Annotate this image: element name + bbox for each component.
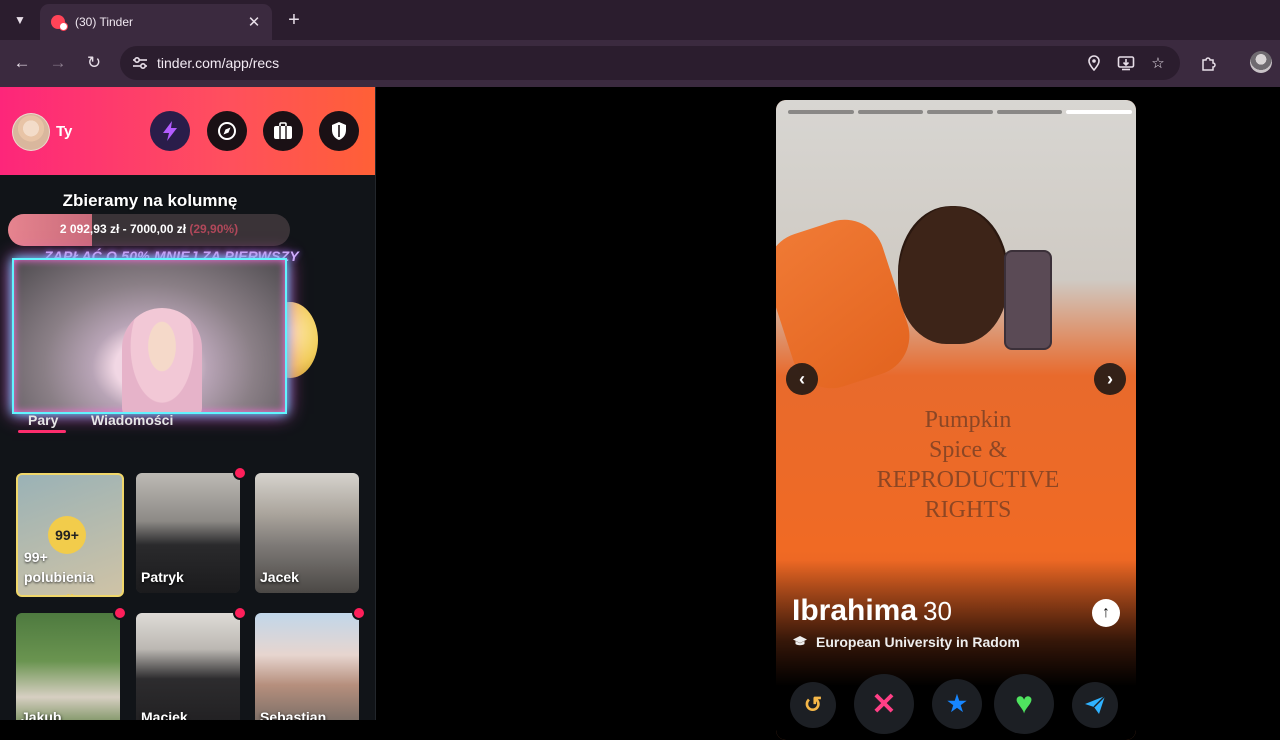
url-text: tinder.com/app/recs [157,55,280,71]
photo-phone-shape [1004,250,1052,350]
boost-send-icon[interactable] [1072,682,1118,728]
rewind-icon[interactable]: ↺ [790,682,836,728]
match-card[interactable]: Patryk [136,473,240,593]
match-name: Jacek [260,569,299,585]
address-bar[interactable]: tinder.com/app/recs ☆ [120,46,1180,80]
tab-messages[interactable]: Wiadomości [91,412,173,428]
work-briefcase-icon[interactable] [263,111,303,151]
browser-toolbar: ← → ↻ tinder.com/app/recs ☆ [0,40,1280,87]
match-card[interactable]: Sebastian [255,613,359,720]
sidebar-header: Ty [0,87,375,175]
profile-school: European University in Radom [792,634,1020,650]
action-buttons: ↺ ✕ ★ ♥ [790,674,1130,734]
close-icon[interactable]: ✕ [244,12,264,32]
forward-arrow-icon[interactable]: → [46,51,70,75]
profile-age: 30 [923,596,952,626]
match-photo [16,613,120,720]
sidebar: Ty Zbieramy na kolumnę 2 092,93 zł - 700… [0,87,376,720]
match-name: Patryk [141,569,184,585]
donation-target: 7000,00 zł [129,222,187,236]
profile-card[interactable]: Pumpkin Spice & REPRODUCTIVE RIGHTS ‹ › Ibr… [776,100,1136,740]
likes-label: 99+ polubienia [24,547,94,587]
photo-head-shape [898,206,1008,344]
match-name: Sebastian [260,709,327,720]
tab-search-chevron-icon[interactable]: ▼ [8,8,32,32]
graduation-cap-icon [792,634,808,650]
reload-icon[interactable]: ↻ [82,51,106,75]
streamer-webcam-overlay [12,258,287,414]
boost-lightning-icon[interactable] [150,111,190,151]
browser-tab[interactable]: (30) Tinder ✕ [40,4,272,40]
match-name: Maciek [141,709,188,720]
match-card[interactable]: Maciek [136,613,240,720]
school-text: European University in Radom [816,634,1020,650]
safety-shield-icon[interactable] [319,111,359,151]
photo-progress-segment[interactable] [788,110,854,114]
new-match-dot [352,606,366,620]
match-card[interactable]: Jakub [16,613,120,720]
photo-progress-segment[interactable] [1066,110,1132,114]
likes-you-card[interactable]: 99+ 99+ polubienia ♥ [16,473,124,597]
explore-compass-icon[interactable] [207,111,247,151]
donation-current: 2 092,93 zł [59,222,120,236]
user-name[interactable]: Ty [56,123,72,140]
gold-heart-icon: ♥ [66,589,75,597]
install-app-icon[interactable] [1114,51,1138,75]
match-photo [255,613,359,720]
super-like-star-icon[interactable]: ★ [932,679,982,729]
streamer-figure [122,308,202,412]
photo-progress-indicator [788,110,1132,114]
tab-matches[interactable]: Pary [28,412,58,428]
new-match-dot [233,466,247,480]
photo-progress-segment[interactable] [857,110,924,114]
donation-goal-title: Zbieramy na kolumnę [62,191,238,210]
sidebar-tabs: Pary Wiadomości [0,409,375,439]
browser-profile-avatar[interactable] [1250,51,1272,73]
tab-title: (30) Tinder [75,15,134,29]
extensions-puzzle-icon[interactable] [1197,51,1221,75]
donation-goal-progress-bar: 2 092,93 zł - 7000,00 zł (29,90%) [8,214,290,246]
browser-tab-strip: ▼ (30) Tinder ✕ + [0,0,1280,40]
new-match-dot [113,606,127,620]
photo-progress-segment[interactable] [996,110,1063,114]
like-heart-icon[interactable]: ♥ [994,674,1054,734]
bookmark-star-icon[interactable]: ☆ [1146,51,1170,75]
location-pin-icon[interactable] [1082,51,1106,75]
photo-progress-segment[interactable] [927,110,993,114]
match-name: Jakub [21,709,62,720]
profile-name-text: Ibrahima [792,594,918,627]
profile-name: Ibrahima 30 [792,594,952,628]
new-match-dot [233,606,247,620]
nope-x-icon[interactable]: ✕ [854,674,914,734]
match-card[interactable]: Jacek [255,473,359,593]
sweater-print-text: Pumpkin Spice & REPRODUCTIVE RIGHTS [876,407,1060,523]
active-tab-indicator [18,430,66,433]
likes-label-count: 99+ [24,549,48,565]
avatar[interactable] [12,113,50,151]
next-photo-chevron-icon[interactable]: › [1094,363,1126,395]
previous-photo-chevron-icon[interactable]: ‹ [786,363,818,395]
new-tab-plus-icon[interactable]: + [282,8,306,32]
back-arrow-icon[interactable]: ← [10,51,34,75]
donation-goal-text: 2 092,93 zł - 7000,00 zł (29,90%) [59,222,239,236]
likes-label-text: polubienia [24,569,94,585]
match-photo [136,613,240,720]
open-profile-arrow-up-icon[interactable]: ↑ [1092,599,1120,627]
tinder-favicon-icon [51,15,68,31]
donation-percent: (29,90%) [189,222,239,236]
site-settings-icon[interactable] [128,51,152,75]
